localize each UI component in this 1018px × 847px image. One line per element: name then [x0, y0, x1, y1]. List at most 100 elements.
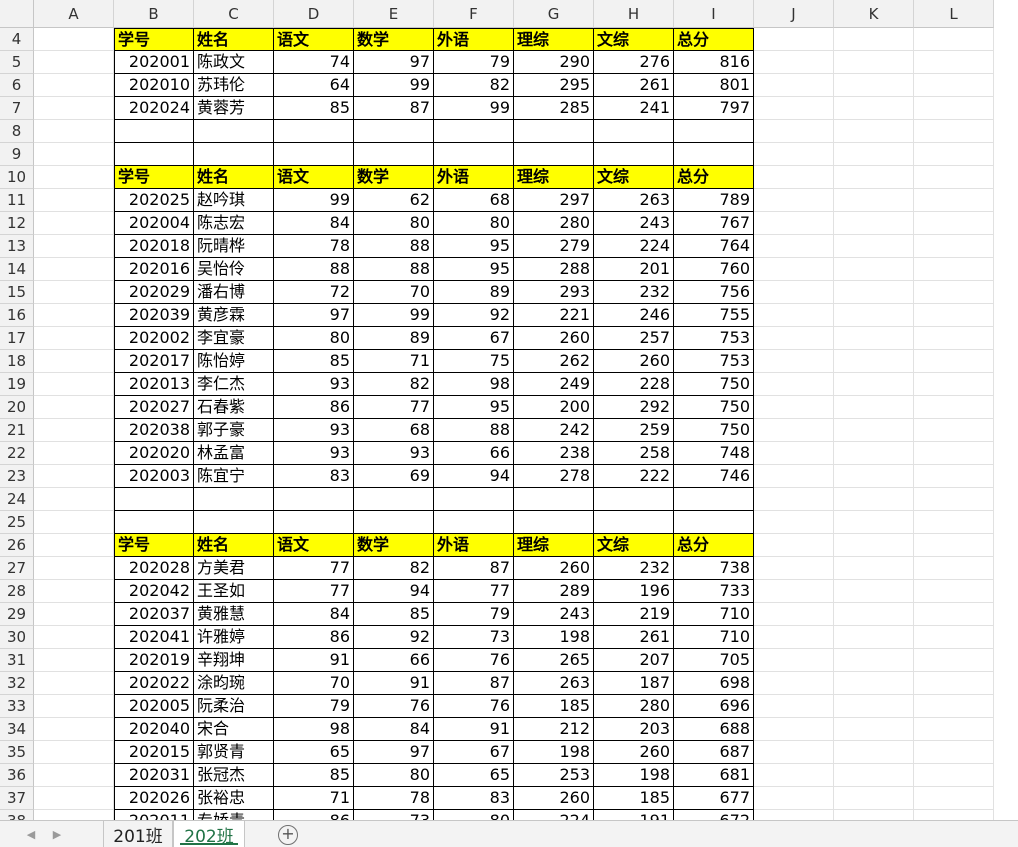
row-header[interactable]: 15: [0, 281, 34, 304]
student-name-cell[interactable]: 陈志宏: [194, 212, 274, 235]
score-cell[interactable]: 710: [674, 603, 754, 626]
grid-cell[interactable]: [754, 97, 834, 120]
grid-cell[interactable]: [34, 74, 114, 97]
column-label-cell[interactable]: 学号: [114, 166, 194, 189]
score-cell[interactable]: 93: [274, 419, 354, 442]
grid-cell[interactable]: [34, 695, 114, 718]
row-header[interactable]: 6: [0, 74, 34, 97]
score-cell[interactable]: 257: [594, 327, 674, 350]
column-label-cell[interactable]: 总分: [674, 534, 754, 557]
grid-cell[interactable]: [354, 488, 434, 511]
score-cell[interactable]: 69: [354, 465, 434, 488]
row-header[interactable]: 31: [0, 649, 34, 672]
row-header[interactable]: 7: [0, 97, 34, 120]
grid-cell[interactable]: [194, 488, 274, 511]
grid-cell[interactable]: [754, 120, 834, 143]
grid-cell[interactable]: [34, 189, 114, 212]
column-label-cell[interactable]: 姓名: [194, 166, 274, 189]
grid-cell[interactable]: [834, 695, 914, 718]
score-cell[interactable]: 760: [674, 258, 754, 281]
column-label-cell[interactable]: 学号: [114, 534, 194, 557]
score-cell[interactable]: 259: [594, 419, 674, 442]
column-label-cell[interactable]: 外语: [434, 534, 514, 557]
grid-cell[interactable]: [754, 764, 834, 787]
score-cell[interactable]: 297: [514, 189, 594, 212]
score-cell[interactable]: 98: [434, 373, 514, 396]
grid-cell[interactable]: [434, 143, 514, 166]
score-cell[interactable]: 73: [354, 810, 434, 820]
row-header[interactable]: 8: [0, 120, 34, 143]
column-label-cell[interactable]: 语文: [274, 166, 354, 189]
grid-cell[interactable]: [754, 695, 834, 718]
student-id-cell[interactable]: 202017: [114, 350, 194, 373]
grid-cell[interactable]: [274, 143, 354, 166]
score-cell[interactable]: 98: [274, 718, 354, 741]
student-id-cell[interactable]: 202001: [114, 51, 194, 74]
score-cell[interactable]: 76: [434, 649, 514, 672]
grid-cell[interactable]: [754, 442, 834, 465]
score-cell[interactable]: 219: [594, 603, 674, 626]
row-header[interactable]: 10: [0, 166, 34, 189]
grid-cell[interactable]: [754, 28, 834, 51]
score-cell[interactable]: 753: [674, 327, 754, 350]
grid-cell[interactable]: [114, 511, 194, 534]
student-id-cell[interactable]: 202042: [114, 580, 194, 603]
grid-cell[interactable]: [834, 304, 914, 327]
score-cell[interactable]: 263: [594, 189, 674, 212]
score-cell[interactable]: 288: [514, 258, 594, 281]
student-name-cell[interactable]: 李仁杰: [194, 373, 274, 396]
score-cell[interactable]: 816: [674, 51, 754, 74]
grid-cell[interactable]: [754, 534, 834, 557]
grid-cell[interactable]: [34, 28, 114, 51]
score-cell[interactable]: 64: [274, 74, 354, 97]
row-header[interactable]: 38: [0, 810, 34, 820]
score-cell[interactable]: 99: [354, 304, 434, 327]
grid-cell[interactable]: [754, 212, 834, 235]
score-cell[interactable]: 95: [434, 258, 514, 281]
grid-cell[interactable]: [914, 74, 994, 97]
column-label-cell[interactable]: 理综: [514, 28, 594, 51]
grid-cell[interactable]: [754, 787, 834, 810]
score-cell[interactable]: 242: [514, 419, 594, 442]
grid-cell[interactable]: [754, 810, 834, 820]
grid-cell[interactable]: [514, 143, 594, 166]
column-label-cell[interactable]: 数学: [354, 28, 434, 51]
grid-cell[interactable]: [914, 764, 994, 787]
grid-cell[interactable]: [834, 51, 914, 74]
grid-cell[interactable]: [34, 718, 114, 741]
row-header[interactable]: 22: [0, 442, 34, 465]
grid-cell[interactable]: [34, 396, 114, 419]
score-cell[interactable]: 260: [514, 787, 594, 810]
grid-cell[interactable]: [114, 488, 194, 511]
grid-cell[interactable]: [754, 258, 834, 281]
score-cell[interactable]: 289: [514, 580, 594, 603]
score-cell[interactable]: 94: [434, 465, 514, 488]
score-cell[interactable]: 74: [274, 51, 354, 74]
grid-cell[interactable]: [194, 120, 274, 143]
score-cell[interactable]: 78: [354, 787, 434, 810]
score-cell[interactable]: 68: [354, 419, 434, 442]
grid-cell[interactable]: [914, 419, 994, 442]
score-cell[interactable]: 738: [674, 557, 754, 580]
row-header[interactable]: 32: [0, 672, 34, 695]
row-header[interactable]: 30: [0, 626, 34, 649]
column-header-c[interactable]: C: [194, 0, 274, 28]
student-name-cell[interactable]: 郭贤青: [194, 741, 274, 764]
grid-cell[interactable]: [834, 120, 914, 143]
score-cell[interactable]: 92: [434, 304, 514, 327]
score-cell[interactable]: 196: [594, 580, 674, 603]
score-cell[interactable]: 83: [434, 787, 514, 810]
row-header[interactable]: 13: [0, 235, 34, 258]
score-cell[interactable]: 95: [434, 235, 514, 258]
student-name-cell[interactable]: 辛翔坤: [194, 649, 274, 672]
grid-cell[interactable]: [834, 442, 914, 465]
score-cell[interactable]: 73: [434, 626, 514, 649]
grid-cell[interactable]: [834, 718, 914, 741]
score-cell[interactable]: 99: [274, 189, 354, 212]
grid-cell[interactable]: [754, 557, 834, 580]
student-name-cell[interactable]: 张裕忠: [194, 787, 274, 810]
select-all-corner[interactable]: [0, 0, 34, 28]
score-cell[interactable]: 295: [514, 74, 594, 97]
score-cell[interactable]: 261: [594, 74, 674, 97]
score-cell[interactable]: 279: [514, 235, 594, 258]
